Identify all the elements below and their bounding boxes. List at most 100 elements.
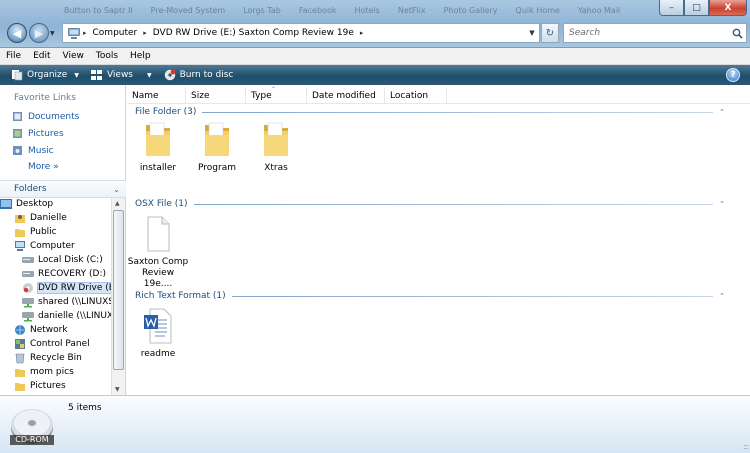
group-header-osx-file[interactable]: OSX File (1) ⌃	[135, 199, 725, 209]
tree-item-dvd-drive[interactable]: DVD RW Drive (E:)	[22, 282, 111, 294]
favorite-links-header: Favorite Links	[14, 93, 76, 103]
organize-button[interactable]: Organize ▼	[0, 69, 85, 81]
column-type[interactable]: ⌃ Type	[246, 86, 307, 104]
menu-file[interactable]: File	[0, 51, 27, 61]
forward-button[interactable]: ▶	[29, 23, 49, 43]
tree-scrollbar[interactable]: ▲ ▼	[111, 198, 125, 395]
scroll-thumb[interactable]	[113, 210, 124, 370]
command-bar: Organize ▼ Views ▼ Burn to disc ?	[0, 65, 750, 85]
breadcrumb-computer[interactable]: Computer	[89, 28, 142, 38]
views-icon	[90, 69, 102, 80]
details-pane: CD-ROM 5 items :::	[0, 395, 750, 453]
burn-disc-icon	[164, 69, 176, 81]
close-button[interactable]: X	[709, 0, 747, 16]
history-dropdown-icon[interactable]: ▼	[50, 30, 55, 37]
file-item-label: Saxton Comp Review 19e....	[127, 257, 189, 289]
favorite-link-documents[interactable]: Documents	[12, 111, 79, 122]
bg-tab: Lorgs Tab	[243, 5, 281, 15]
computer-icon	[15, 241, 25, 251]
breadcrumb-separator[interactable]: ▸	[81, 29, 89, 37]
refresh-button[interactable]: ↻	[541, 23, 559, 43]
back-arrow-icon: ◀	[12, 26, 22, 40]
item-count: 5 items	[68, 403, 102, 413]
breadcrumb-separator[interactable]: ▸	[358, 29, 366, 37]
pictures-icon	[13, 129, 22, 138]
folder-icon	[15, 229, 25, 237]
search-placeholder: Search	[569, 28, 601, 38]
tree-item-control-panel[interactable]: Control Panel	[14, 338, 90, 350]
folders-header[interactable]: Folders ⌄	[0, 180, 126, 198]
views-button[interactable]: Views ▼	[85, 69, 158, 81]
help-icon[interactable]: ?	[726, 68, 740, 82]
tree-item-mom-pics[interactable]: mom pics	[14, 366, 74, 378]
scroll-down-arrow-icon[interactable]: ▼	[115, 386, 120, 393]
menu-view[interactable]: View	[57, 51, 90, 61]
folder-icon	[205, 122, 229, 156]
tree-item-pictures[interactable]: Pictures	[14, 380, 66, 392]
search-icon[interactable]	[732, 28, 743, 39]
tree-item-desktop[interactable]: Desktop	[0, 198, 53, 210]
favorite-link-music[interactable]: Music	[12, 145, 54, 156]
column-date-modified[interactable]: Date modified	[307, 87, 385, 104]
tree-item-recovery[interactable]: RECOVERY (D:)	[22, 268, 106, 280]
menu-tools[interactable]: Tools	[90, 51, 124, 61]
more-links[interactable]: More »	[28, 162, 59, 172]
column-name[interactable]: Name	[127, 87, 186, 104]
tree-item-network[interactable]: Network	[14, 324, 68, 336]
tree-item-computer[interactable]: Computer	[14, 240, 75, 252]
tree-item-shared-network-drive[interactable]: shared (\\LINUXSE	[22, 296, 111, 308]
file-item-program[interactable]: Program	[186, 121, 248, 174]
file-item-readme[interactable]: readme	[127, 307, 189, 360]
menu-edit[interactable]: Edit	[27, 51, 56, 61]
file-item-saxton-comp-review[interactable]: Saxton Comp Review 19e....	[127, 215, 189, 290]
user-folder-icon	[15, 215, 25, 223]
group-title: OSX File (1)	[135, 199, 188, 209]
menu-help[interactable]: Help	[124, 51, 157, 61]
tree-item-public[interactable]: Public	[14, 226, 57, 238]
scroll-up-arrow-icon[interactable]: ▲	[115, 200, 120, 207]
background-taskbar-tabs: Button to Saptr II Pre-Moved System Lorg…	[64, 1, 620, 19]
collapse-chevron-icon[interactable]: ⌃	[719, 292, 725, 300]
music-icon	[13, 146, 22, 155]
chevron-down-icon: ⌄	[113, 184, 120, 194]
search-box[interactable]: Search	[563, 23, 747, 43]
resize-grip-icon[interactable]: :::	[743, 442, 749, 451]
tree-item-local-disk[interactable]: Local Disk (C:)	[22, 254, 103, 266]
minimize-button[interactable]: –	[659, 0, 684, 16]
group-header-rich-text-format[interactable]: Rich Text Format (1) ⌃	[135, 291, 725, 301]
window-controls: – □ X	[659, 0, 747, 16]
address-dropdown-icon[interactable]: ▼	[525, 24, 539, 42]
bg-tab: Photo Gallery	[443, 5, 498, 15]
folder-icon	[146, 122, 170, 156]
breadcrumb-dvd-drive[interactable]: DVD RW Drive (E:) Saxton Comp Review 19e	[149, 28, 358, 38]
burn-to-disc-label: Burn to disc	[179, 70, 234, 80]
column-location[interactable]: Location	[385, 87, 447, 104]
network-drive-icon	[22, 312, 34, 322]
control-panel-icon	[15, 339, 25, 349]
folder-tree: Desktop Danielle Public Computer Local D…	[0, 198, 111, 395]
collapse-chevron-icon[interactable]: ⌃	[719, 108, 725, 116]
folder-icon	[264, 122, 288, 156]
column-size[interactable]: Size	[186, 87, 246, 104]
navigation-pane: Favorite Links Documents Pictures Music …	[0, 85, 126, 395]
group-header-file-folder[interactable]: File Folder (3) ⌃	[135, 107, 725, 117]
group-title: File Folder (3)	[135, 107, 197, 117]
group-divider	[202, 111, 714, 113]
views-label: Views	[106, 70, 133, 80]
address-bar[interactable]: ▸ Computer ▸ DVD RW Drive (E:) Saxton Co…	[62, 23, 540, 43]
favorite-link-pictures[interactable]: Pictures	[12, 128, 64, 139]
breadcrumb-separator[interactable]: ▸	[141, 29, 149, 37]
tree-item-danielle[interactable]: Danielle	[14, 212, 67, 224]
collapse-chevron-icon[interactable]: ⌃	[719, 200, 725, 208]
burn-to-disc-button[interactable]: Burn to disc	[158, 69, 240, 81]
file-list-pane: Name Size ⌃ Type Date modified Location F…	[127, 85, 750, 395]
maximize-button[interactable]: □	[684, 0, 709, 16]
file-item-label: installer	[139, 163, 177, 173]
file-item-installer[interactable]: installer	[127, 121, 189, 174]
tree-item-danielle-network-drive[interactable]: danielle (\\LINUXS	[22, 310, 111, 322]
back-button[interactable]: ◀	[7, 23, 27, 43]
file-item-xtras[interactable]: Xtras	[245, 121, 307, 174]
hard-disk-icon	[22, 257, 34, 263]
tree-item-recycle-bin[interactable]: Recycle Bin	[14, 352, 82, 364]
bg-tab: NetFlix	[397, 5, 426, 15]
